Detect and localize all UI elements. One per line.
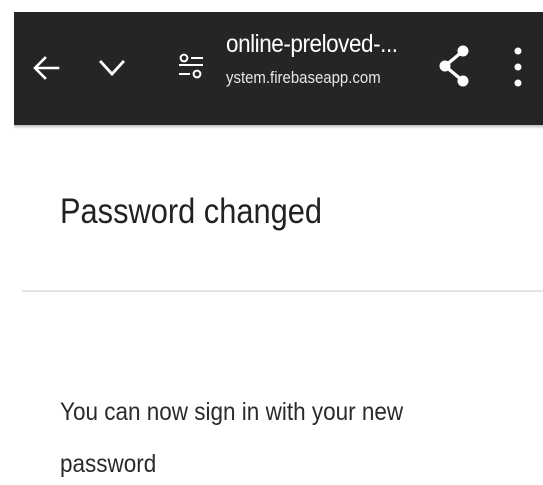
- page-heading: Password changed: [60, 192, 322, 231]
- site-info[interactable]: online-preloved-... ystem.firebaseapp.co…: [226, 26, 426, 90]
- site-url: ystem.firebaseapp.com: [226, 68, 381, 87]
- back-arrow-icon[interactable]: [30, 52, 62, 84]
- confirmation-message: You can now sign in with your new passwo…: [60, 398, 404, 478]
- site-title: online-preloved-...: [226, 30, 398, 58]
- page-info-icon[interactable]: [176, 50, 206, 84]
- more-vert-icon[interactable]: [510, 44, 526, 90]
- toolbar-shadow: [14, 125, 543, 129]
- chevron-down-icon[interactable]: [96, 54, 128, 82]
- page: online-preloved-... ystem.firebaseapp.co…: [0, 0, 543, 485]
- share-icon[interactable]: [436, 42, 472, 90]
- browser-toolbar: online-preloved-... ystem.firebaseapp.co…: [14, 12, 543, 125]
- divider: [22, 290, 543, 292]
